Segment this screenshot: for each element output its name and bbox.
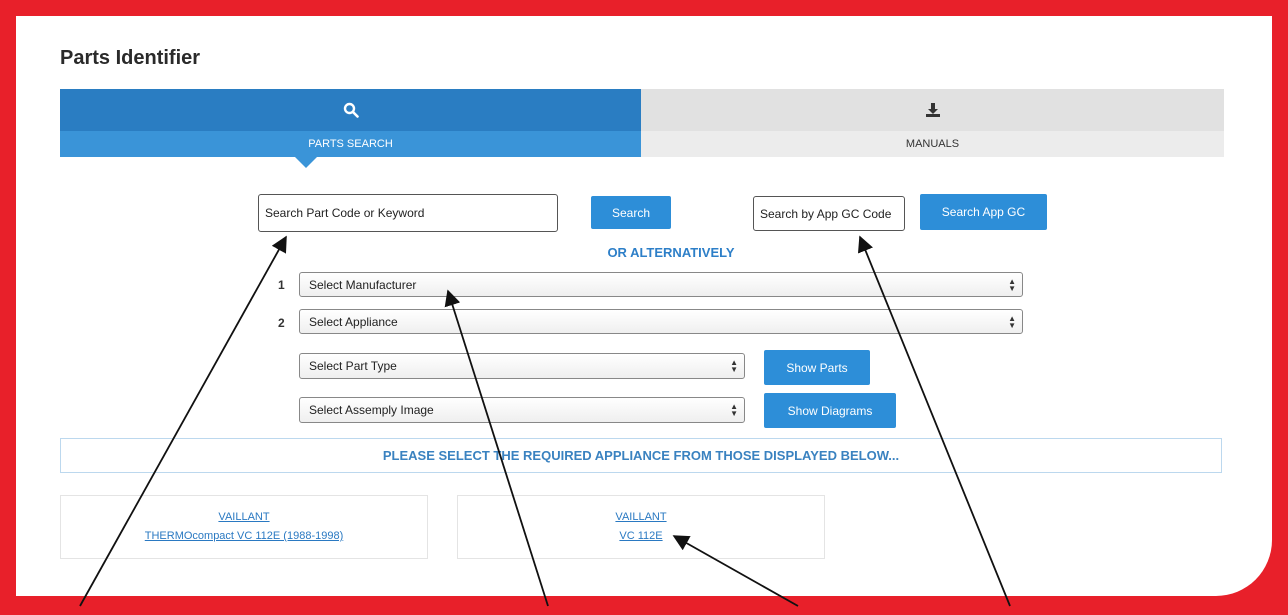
callout-arrow-result [672, 535, 799, 607]
callout-arrow-keyword [79, 235, 287, 607]
callout-arrow-manufacturer [444, 289, 549, 607]
callout-arrows [79, 235, 1011, 607]
callout-arrow-gc-code [857, 235, 1011, 607]
